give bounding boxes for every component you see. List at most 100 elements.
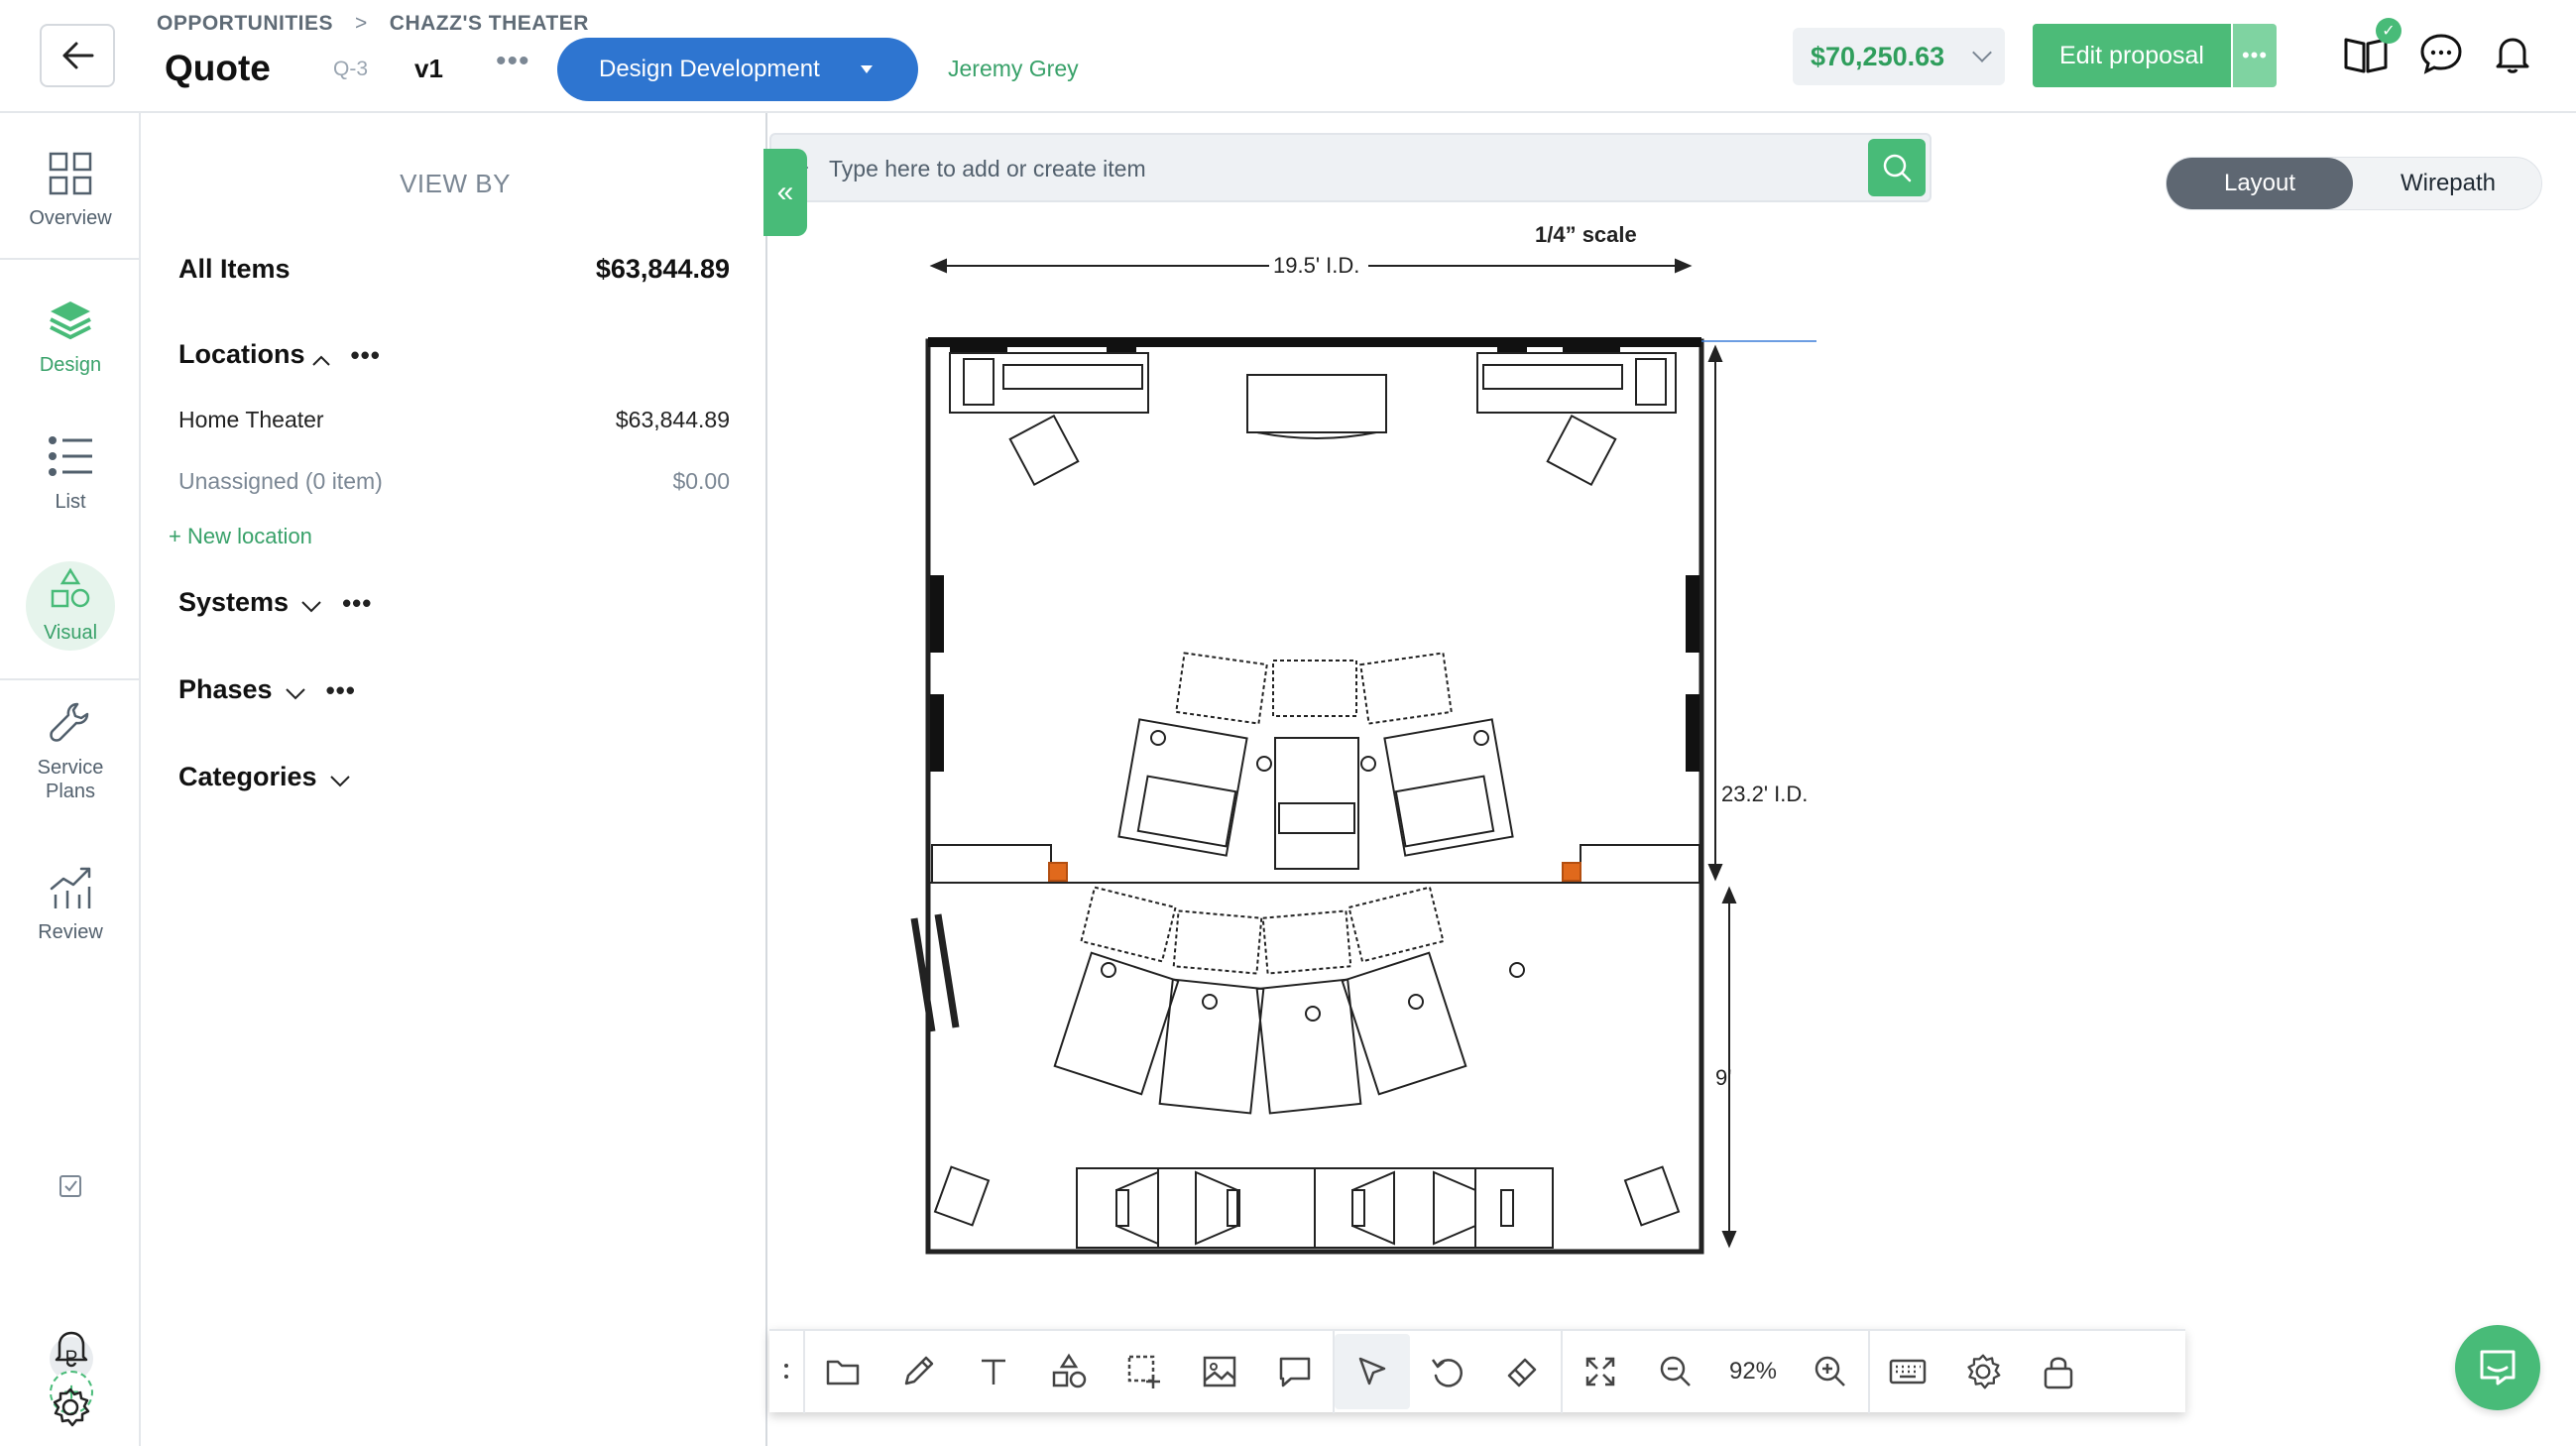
breadcrumb-opportunities[interactable]: OPPORTUNITIES <box>157 12 333 36</box>
rail-label: Visual <box>43 622 98 644</box>
layout-toggle-button[interactable]: Layout <box>2166 158 2353 209</box>
eraser-icon <box>1507 1358 1537 1387</box>
rear-depth-label: 9' <box>1715 1065 1731 1090</box>
rail-label: Overview <box>29 207 112 229</box>
new-location-button[interactable]: + New location <box>169 524 312 549</box>
height-dimension-label: 23.2' I.D. <box>1721 782 1808 806</box>
wirepath-toggle-button[interactable]: Wirepath <box>2355 158 2541 209</box>
pencil-icon <box>904 1356 934 1386</box>
zoom-out-icon <box>1660 1356 1691 1386</box>
lock-icon <box>2044 1357 2073 1389</box>
select-area-tool[interactable] <box>1107 1334 1182 1409</box>
zoom-level: 92% <box>1728 1358 1778 1385</box>
search-icon <box>1883 154 1912 182</box>
support-chat-button[interactable] <box>2455 1325 2540 1410</box>
edit-proposal-button[interactable]: Edit proposal <box>2033 24 2231 87</box>
gear-icon[interactable] <box>50 1386 91 1428</box>
zoom-in-button[interactable] <box>1793 1334 1868 1409</box>
rail-visual[interactable]: Visual <box>0 567 141 645</box>
location-row[interactable]: Unassigned (0 item) $0.00 <box>178 468 730 495</box>
categories-section-header[interactable]: Categories <box>178 762 351 792</box>
image-tool[interactable] <box>1182 1334 1257 1409</box>
page-title: Quote <box>165 48 271 88</box>
total-value: $70,250.63 <box>1811 41 1945 71</box>
rail-design[interactable]: Design <box>0 298 141 377</box>
layers-icon <box>50 301 91 340</box>
arrow-left-icon <box>62 42 94 69</box>
keyboard-shortcuts-button[interactable] <box>1870 1334 1945 1409</box>
collapse-panel-button[interactable]: « <box>763 149 807 236</box>
theater-floor-plan[interactable]: 1/4” scale 19.5' I.D. 23.2' I.D. 9' <box>892 208 1844 1269</box>
fit-screen-icon <box>1585 1357 1615 1386</box>
location-name: Unassigned (0 item) <box>178 468 383 494</box>
back-button[interactable] <box>40 24 115 87</box>
layout-wirepath-toggle: Layout Wirepath <box>2166 157 2542 210</box>
undo-tool[interactable] <box>1410 1334 1485 1409</box>
zoom-out-button[interactable] <box>1638 1334 1713 1409</box>
all-items-row[interactable]: All Items $63,844.89 <box>178 254 730 285</box>
phases-more-button[interactable]: ••• <box>326 677 356 703</box>
bell-icon[interactable] <box>2489 30 2536 77</box>
phases-section-header[interactable]: Phases ••• <box>178 674 356 705</box>
categories-label: Categories <box>178 762 317 791</box>
rail-label: List <box>55 491 86 513</box>
grid-icon <box>49 152 92 195</box>
text-tool[interactable] <box>956 1334 1031 1409</box>
select-tool[interactable] <box>1335 1334 1410 1409</box>
lock-button[interactable] <box>2021 1334 2096 1409</box>
chevron-up-icon[interactable] <box>311 353 331 367</box>
zoom-in-icon <box>1815 1356 1845 1386</box>
rail-divider <box>0 678 141 680</box>
rail-service-plans[interactable]: Service Plans <box>0 700 141 803</box>
left-rail: Overview Design List Visual Service Plan… <box>0 113 141 1446</box>
chart-icon <box>50 867 91 908</box>
bell-icon[interactable] <box>52 1327 91 1369</box>
more-options-button[interactable]: ••• <box>496 47 530 76</box>
rail-review[interactable]: Review <box>0 865 141 944</box>
keyboard-icon <box>1889 1359 1927 1385</box>
systems-section-header[interactable]: Systems ••• <box>178 587 372 618</box>
total-dropdown[interactable]: $70,250.63 <box>1793 28 2005 85</box>
breadcrumb-current[interactable]: CHAZZ'S THEATER <box>390 12 589 36</box>
scale-label: 1/4” scale <box>1535 222 1637 247</box>
locations-section-header[interactable]: Locations ••• <box>178 339 381 370</box>
search-button[interactable] <box>1868 139 1926 196</box>
rail-label: Review <box>38 921 103 943</box>
all-items-value: $63,844.89 <box>595 254 730 284</box>
canvas-settings-button[interactable] <box>1945 1334 2021 1409</box>
folder-tool[interactable] <box>805 1334 880 1409</box>
rail-label: Design <box>39 354 102 376</box>
chat-bubble-icon[interactable] <box>2417 30 2465 77</box>
check-badge-icon: ✓ <box>2376 18 2401 44</box>
pencil-tool[interactable] <box>880 1334 956 1409</box>
breadcrumb: OPPORTUNITIES > CHAZZ'S THEATER <box>157 12 589 36</box>
fit-screen-tool[interactable] <box>1563 1334 1638 1409</box>
location-name: Home Theater <box>178 407 324 432</box>
systems-more-button[interactable]: ••• <box>342 590 372 616</box>
comment-tool[interactable] <box>1257 1334 1333 1409</box>
edit-proposal-more-button[interactable]: ••• <box>2233 24 2277 87</box>
view-by-heading: VIEW BY <box>400 169 511 198</box>
location-row[interactable]: Home Theater $63,844.89 <box>178 407 730 433</box>
eraser-tool[interactable] <box>1485 1334 1561 1409</box>
toolbar-drag-handle[interactable] <box>769 1330 803 1413</box>
chevron-down-icon[interactable] <box>300 599 322 613</box>
top-header: OPPORTUNITIES > CHAZZ'S THEATER Quote Q-… <box>0 0 2576 113</box>
owner-link[interactable]: Jeremy Grey <box>948 56 1079 82</box>
rail-label: Service <box>37 757 104 779</box>
settings-icon <box>1967 1354 2001 1389</box>
chevron-down-icon[interactable] <box>285 686 306 700</box>
image-icon <box>1203 1356 1236 1387</box>
phase-dropdown[interactable]: Design Development <box>557 38 918 101</box>
location-value: $63,844.89 <box>615 407 730 432</box>
locations-more-button[interactable]: ••• <box>351 342 381 368</box>
clipboard-check-icon[interactable] <box>58 1172 83 1198</box>
rail-list[interactable]: List <box>0 432 141 514</box>
rail-overview[interactable]: Overview <box>0 151 141 230</box>
version-label[interactable]: v1 <box>414 54 443 84</box>
comment-icon <box>1279 1357 1311 1387</box>
rail-divider <box>0 258 141 260</box>
item-search-input[interactable] <box>829 145 1820 192</box>
chevron-down-icon[interactable] <box>329 774 351 787</box>
shapes-tool[interactable] <box>1031 1334 1107 1409</box>
